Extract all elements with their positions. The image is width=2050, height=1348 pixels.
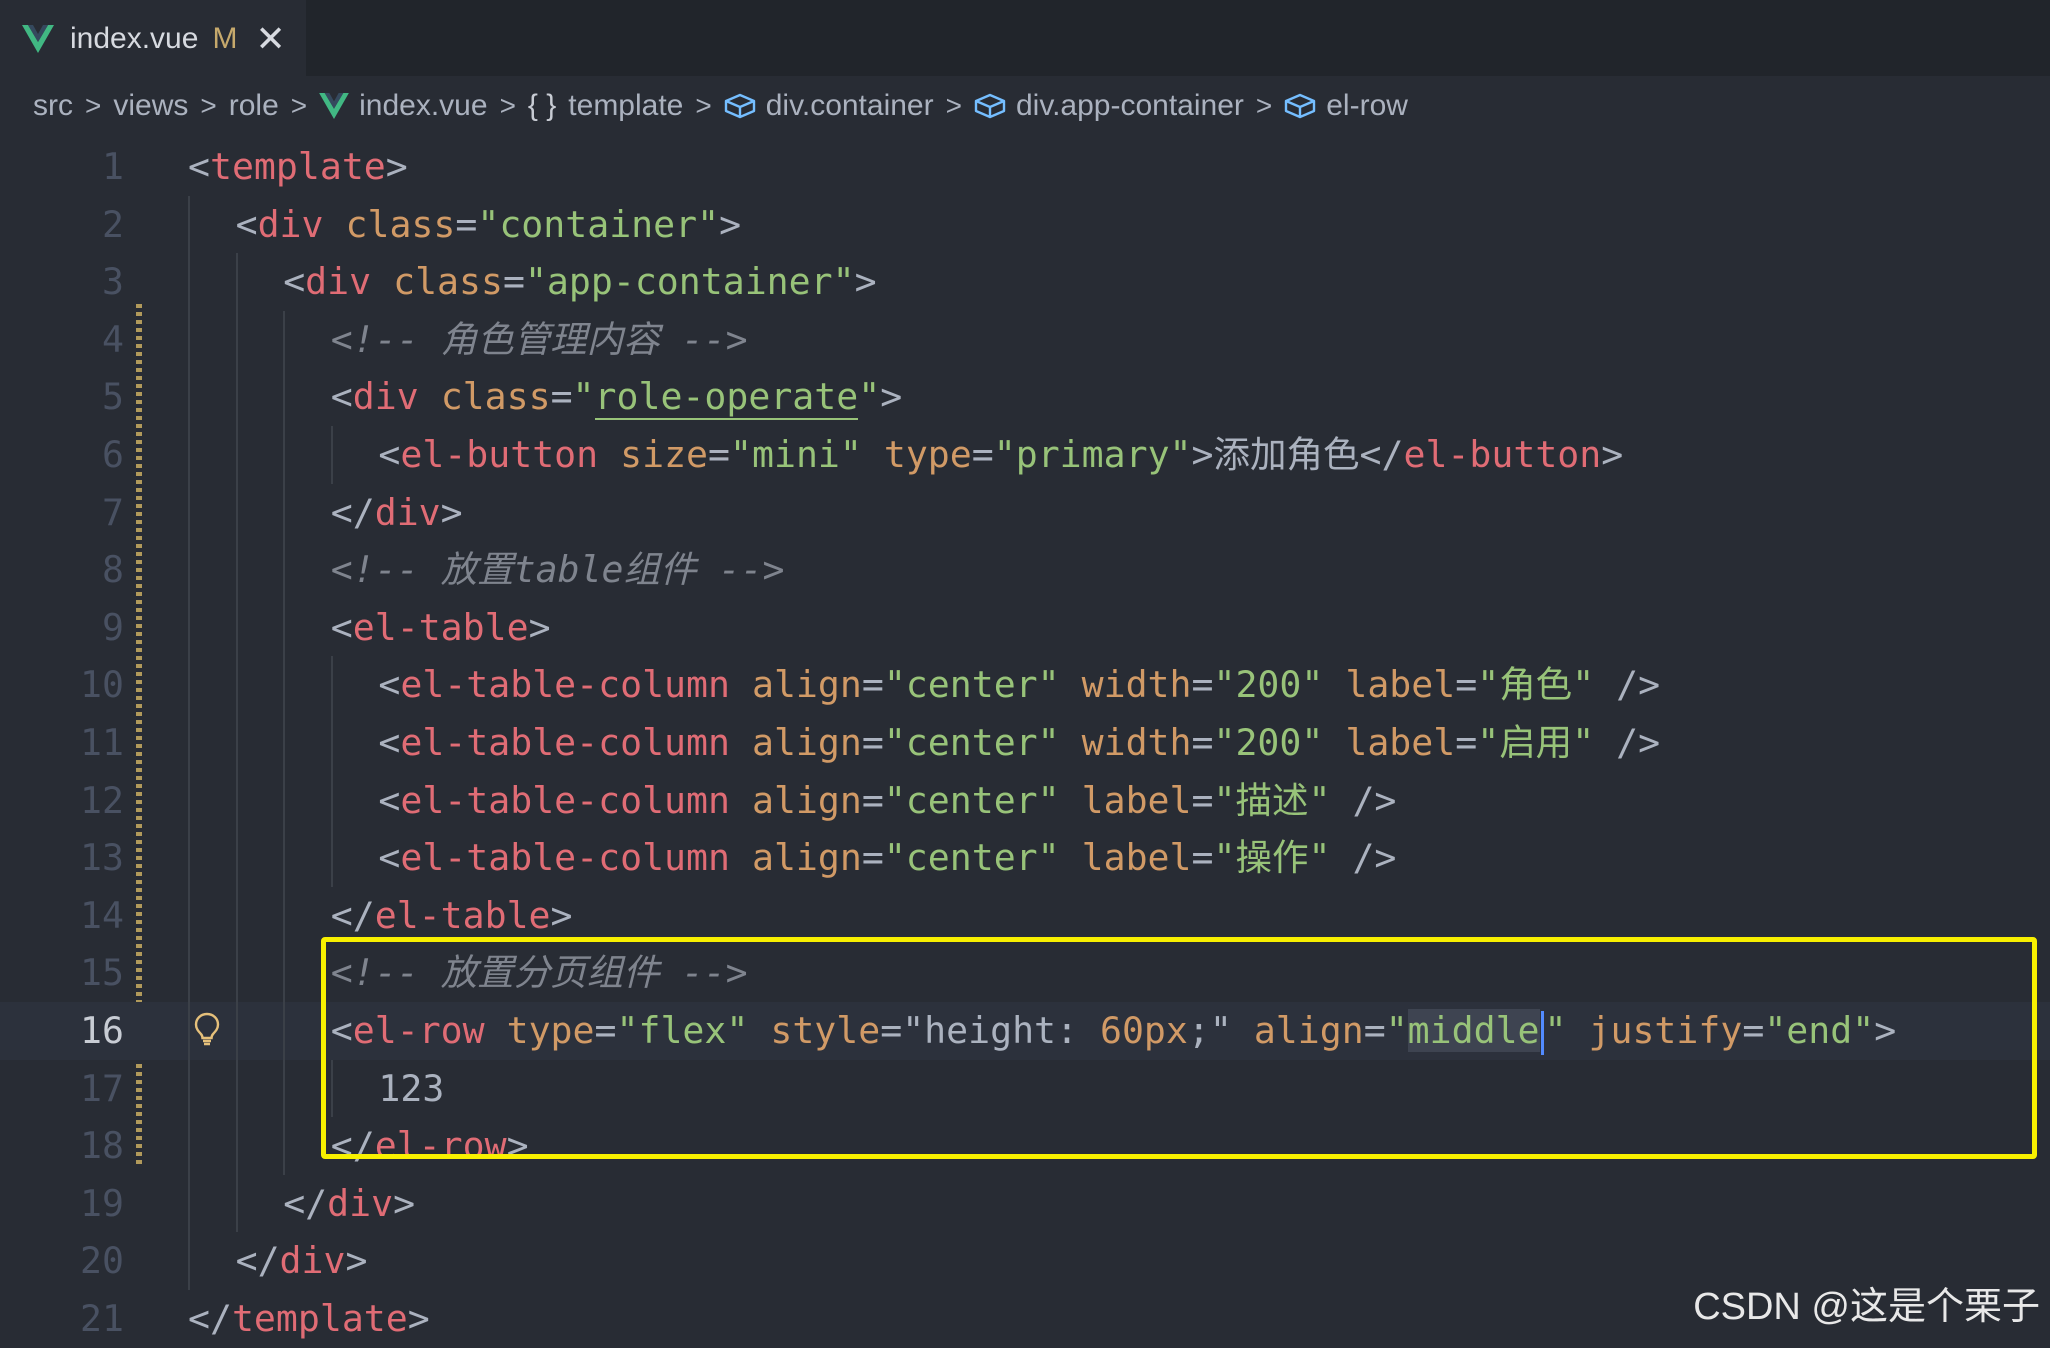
line-number: 8 <box>102 548 124 592</box>
line-code: <template> <box>188 145 408 188</box>
breadcrumb: src > views > role > index.vue > { } templat… <box>0 78 2050 134</box>
tab-filename: index.vue <box>70 22 199 55</box>
breadcrumb-el-row[interactable]: el-row <box>1284 89 1408 123</box>
breadcrumb-role[interactable]: role > <box>229 89 319 123</box>
line-number: 21 <box>80 1297 124 1340</box>
line-code: <el-table-column align="center" label="描… <box>188 771 1396 830</box>
line-number: 4 <box>102 317 124 361</box>
line-number: 15 <box>80 951 124 995</box>
line-number: 7 <box>102 490 124 534</box>
line-number: 16 <box>80 1009 124 1052</box>
line-number: 14 <box>80 893 124 937</box>
tab-bar: index.vue M ✕ <box>0 0 2050 76</box>
label-value: 角色 <box>1499 663 1573 707</box>
code-line[interactable]: 11 <el-table-column align="center" width… <box>0 714 2050 772</box>
breadcrumb-div-container[interactable]: div.container > <box>724 89 974 123</box>
code-line[interactable]: 1 <template> <box>0 138 2050 196</box>
label-value: 启用 <box>1499 721 1573 764</box>
chevron-right-icon: > <box>945 90 962 121</box>
line-number: 13 <box>80 836 124 880</box>
line-code: <div class="app-container"> <box>188 253 877 311</box>
code-line[interactable]: 7 </div> <box>0 483 2050 542</box>
line-number: 3 <box>102 260 124 304</box>
comment-role-content: <!-- 角色管理内容 --> <box>330 317 748 361</box>
code-line[interactable]: 2 <div class="container"> <box>0 195 2050 254</box>
code-line[interactable]: 14 </el-table> <box>0 886 2050 945</box>
line-code: <el-table-column align="center" label="操… <box>188 829 1396 887</box>
chevron-right-icon: > <box>85 90 102 121</box>
line-number: 9 <box>102 605 124 649</box>
code-line[interactable]: 9 <el-table> <box>0 598 2050 657</box>
line-number: 11 <box>80 721 124 764</box>
line-code: <el-table-column align="center" width="2… <box>188 656 1660 714</box>
line-code: </div> <box>188 1174 415 1233</box>
line-code: </el-table> <box>188 886 573 945</box>
line-number: 20 <box>80 1239 124 1283</box>
comment-table-component: <!-- 放置table组件 --> <box>330 548 785 592</box>
chevron-right-icon: > <box>695 90 712 121</box>
line-number: 6 <box>102 433 124 476</box>
label-value: 描述 <box>1235 778 1309 822</box>
line-number: 17 <box>80 1066 124 1110</box>
code-line[interactable]: 3 <div class="app-container"> <box>0 253 2050 311</box>
watermark: CSDN @这是个栗子 <box>1693 1286 2040 1328</box>
chevron-right-icon: > <box>290 90 308 121</box>
line-number: 1 <box>102 145 124 188</box>
code-line[interactable]: 12 <el-table-column align="center" label… <box>0 771 2050 830</box>
vue-icon <box>22 22 56 56</box>
vue-icon <box>319 93 349 119</box>
tab-index-vue[interactable]: index.vue M ✕ <box>0 0 306 76</box>
code-line[interactable]: 13 <el-table-column align="center" label… <box>0 829 2050 887</box>
cube-icon <box>974 93 1006 119</box>
chevron-right-icon: > <box>1255 90 1273 121</box>
line-number: 2 <box>102 202 124 246</box>
cube-icon <box>724 93 756 119</box>
line-code: <el-button size="mini" type="primary">添加… <box>188 426 1623 484</box>
line-code: <!-- 放置table组件 --> <box>188 541 784 599</box>
line-number: 10 <box>80 663 124 707</box>
line-number: 5 <box>102 375 124 419</box>
line-code: <el-table> <box>188 598 551 657</box>
close-icon[interactable]: ✕ <box>255 21 285 57</box>
line-code: <div class="container"> <box>188 195 741 254</box>
code-line[interactable]: 4 <!-- 角色管理内容 --> <box>0 310 2050 369</box>
line-number: 18 <box>80 1124 124 1168</box>
line-number: 19 <box>80 1181 124 1225</box>
breadcrumb-div-app-container[interactable]: div.app-container > <box>974 89 1284 123</box>
line-code: <div class="role-operate"> <box>188 368 902 426</box>
code-line[interactable]: 19 </div> <box>0 1174 2050 1233</box>
chevron-right-icon: > <box>499 90 516 121</box>
line-code: </div> <box>188 483 463 542</box>
breadcrumb-views[interactable]: views > <box>113 89 228 123</box>
cube-icon <box>1284 93 1316 119</box>
line-number: 12 <box>80 778 124 822</box>
breadcrumb-template[interactable]: { } template > <box>528 89 724 123</box>
code-line[interactable]: 8 <!-- 放置table组件 --> <box>0 541 2050 599</box>
line-code: </div> <box>188 1232 367 1290</box>
highlight-box <box>321 937 2037 1159</box>
line-code: <el-table-column align="center" width="2… <box>188 714 1660 772</box>
breadcrumb-file[interactable]: index.vue > <box>319 89 528 123</box>
code-editor[interactable]: 1 <template> 2 <div class="container"> 3… <box>0 138 2050 1344</box>
lightbulb-icon[interactable] <box>194 1012 220 1055</box>
code-line[interactable]: 10 <el-table-column align="center" width… <box>0 656 2050 714</box>
braces-icon: { } <box>527 89 557 122</box>
chevron-right-icon: > <box>200 90 217 121</box>
line-code: <!-- 角色管理内容 --> <box>188 310 748 369</box>
code-line[interactable]: 5 <div class="role-operate"> <box>0 368 2050 426</box>
label-value: 操作 <box>1235 836 1309 880</box>
line-code: </template> <box>188 1297 430 1340</box>
button-text: 添加角色 <box>1213 433 1360 476</box>
modified-indicator: M <box>212 22 238 55</box>
code-line[interactable]: 6 <el-button size="mini" type="primary">… <box>0 426 2050 484</box>
breadcrumb-src[interactable]: src > <box>33 89 113 123</box>
